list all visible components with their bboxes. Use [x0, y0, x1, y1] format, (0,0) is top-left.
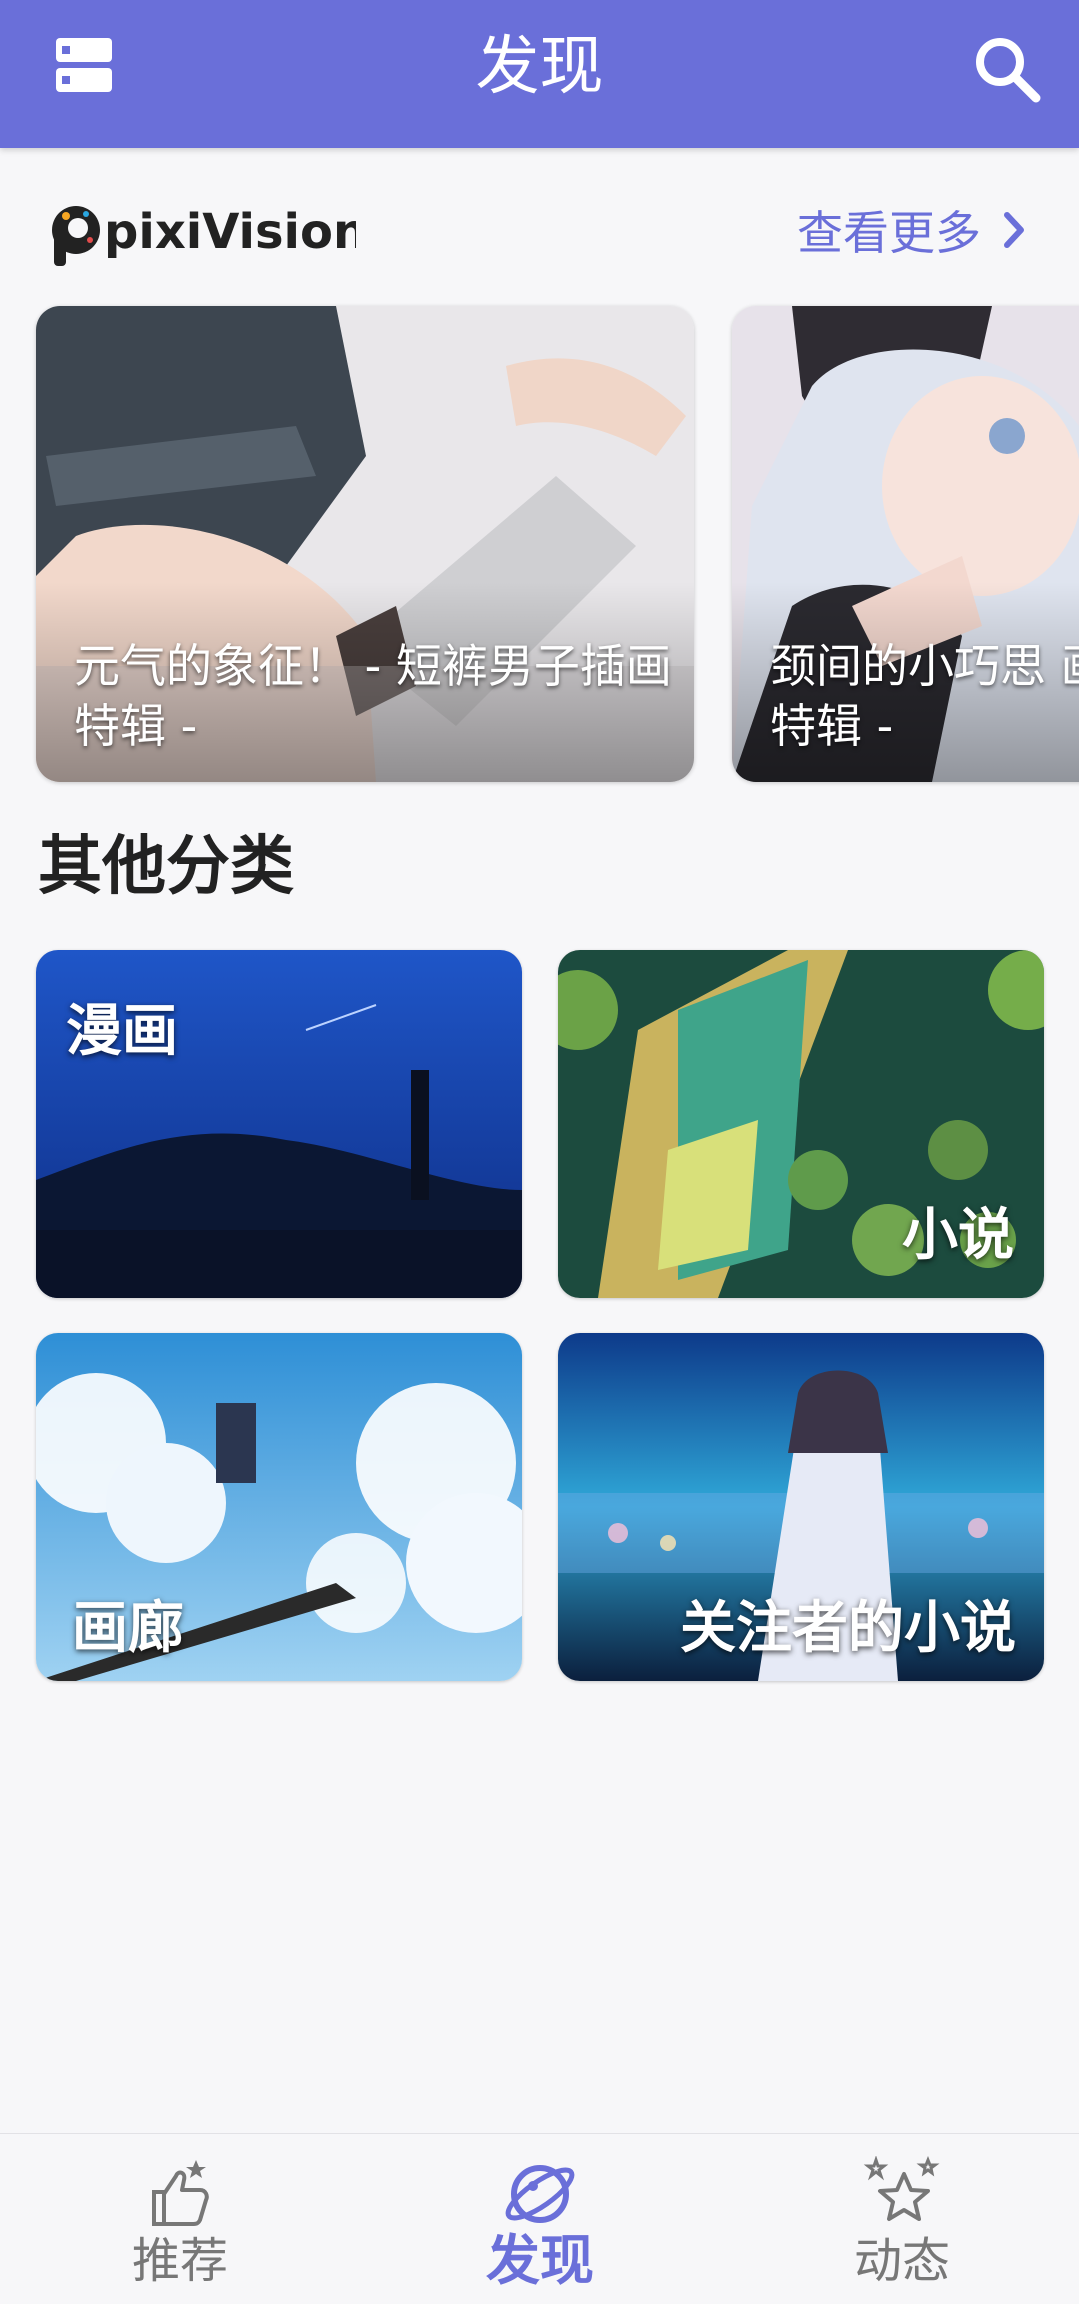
pixivision-logo: pixiVision — [52, 204, 356, 266]
page-title: 发现 — [475, 30, 604, 104]
svg-text:pixiVision: pixiVision — [104, 204, 356, 260]
section-heading: 其他分类 — [38, 830, 294, 904]
tab-discover[interactable]: 发现 — [390, 2134, 690, 2304]
search-button[interactable] — [960, 22, 1056, 118]
tab-activity[interactable]: 动态 — [752, 2134, 1052, 2304]
thumbs-up-icon — [152, 2160, 209, 2226]
article-title: 元气的象征！ - 短裤男子插画特辑 - — [74, 639, 672, 753]
view-more-label: 查看更多 — [797, 206, 981, 260]
chevron-right-icon — [1004, 212, 1024, 248]
category-tile-gallery[interactable]: 画廊 — [36, 1333, 522, 1681]
tile-label: 小说 — [902, 1203, 1014, 1268]
article-title: 颈间的小巧思 画特辑 - — [770, 639, 1079, 753]
article-card[interactable]: 颈间的小巧思 画特辑 - — [732, 306, 1079, 782]
tab-label: 动态 — [853, 2233, 950, 2289]
tile-label: 画廊 — [72, 1596, 184, 1661]
pixivision-header: pixiVision 查看更多 — [0, 190, 1079, 270]
tile-label: 漫画 — [66, 999, 178, 1064]
category-tile-novel[interactable]: 小说 — [558, 950, 1044, 1298]
tab-recommended[interactable]: 推荐 — [30, 2134, 330, 2304]
planet-icon — [505, 2165, 575, 2223]
view-more-link[interactable]: 查看更多 — [797, 190, 1029, 270]
stars-icon — [863, 2156, 940, 2221]
tile-label: 关注者的小说 — [680, 1596, 1016, 1661]
tab-label: 发现 — [486, 2229, 594, 2292]
category-tile-follow-novels[interactable]: 关注者的小说 — [558, 1333, 1044, 1681]
tab-label: 推荐 — [131, 2233, 228, 2289]
bottom-navigation: 推荐 发现 动态 — [0, 2133, 1079, 2304]
article-card[interactable]: 元气的象征！ - 短裤男子插画特辑 - — [36, 306, 694, 782]
category-tile-manga[interactable]: 漫画 — [36, 950, 522, 1298]
search-icon — [976, 38, 1041, 103]
top-app-bar: 发现 — [0, 0, 1079, 148]
